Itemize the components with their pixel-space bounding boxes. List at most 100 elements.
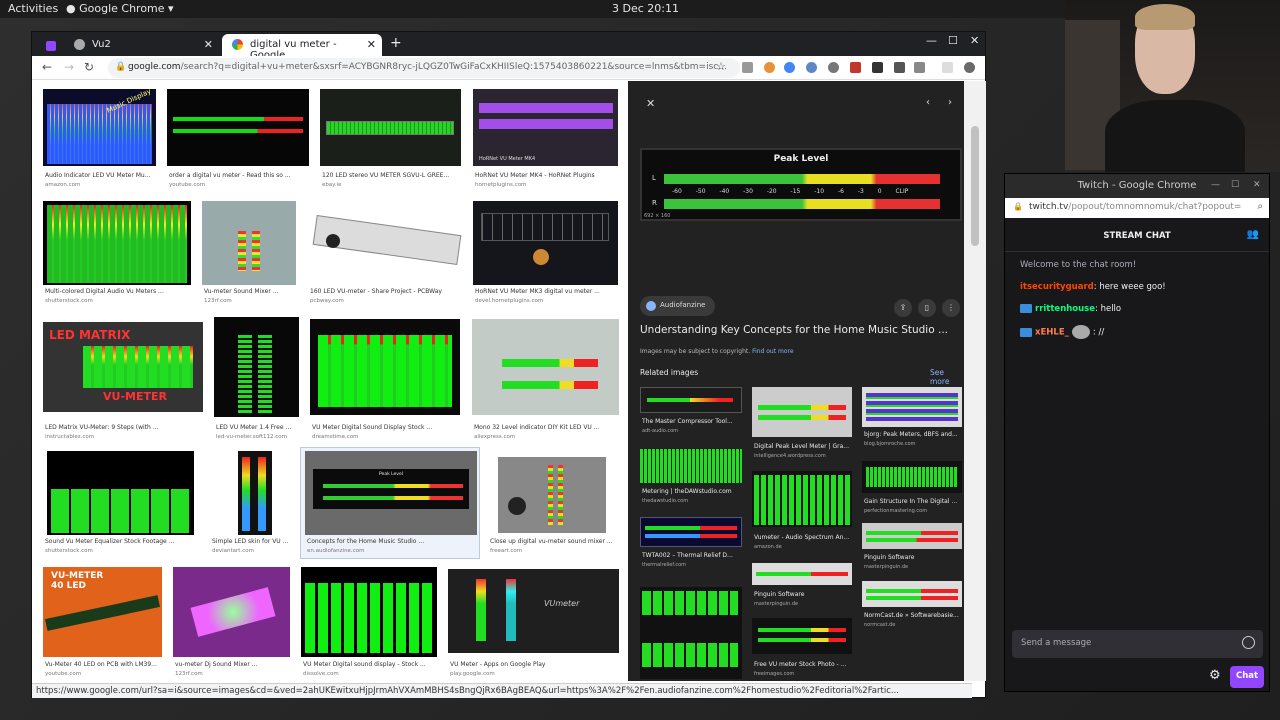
close-tab-icon[interactable]: ✕: [204, 38, 213, 51]
result-caption[interactable]: VU Meter - Apps on Google Play: [450, 661, 619, 668]
reload-icon[interactable]: ↻: [84, 60, 94, 74]
emoji-icon[interactable]: [1242, 636, 1255, 649]
activities-button[interactable]: Activities: [8, 2, 58, 15]
address-bar[interactable]: 🔒 google.com/search?q=digital+vu+meter&s…: [108, 58, 740, 78]
next-icon[interactable]: ›: [948, 97, 952, 108]
result-thumbnail[interactable]: Music Display: [43, 89, 156, 166]
preview-title[interactable]: Understanding Key Concepts for the Home …: [640, 324, 948, 336]
chat-username[interactable]: rrittenhouse: [1035, 304, 1095, 314]
result-caption[interactable]: Simple LED skin for VU ...: [212, 538, 296, 545]
chat-input[interactable]: Send a message: [1012, 630, 1263, 658]
related-image[interactable]: Free VU meter Stock Photo - ... freeimag…: [752, 618, 852, 678]
clock[interactable]: 3 Dec 20:11: [612, 2, 679, 15]
related-image[interactable]: Pinguin Software masterpinguin.de: [752, 563, 852, 613]
bookmark-icon[interactable]: ▯: [918, 299, 936, 317]
close-tab-icon[interactable]: ✕: [367, 38, 376, 51]
result-thumbnail[interactable]: [301, 567, 437, 657]
extension-icon[interactable]: [850, 62, 861, 73]
result-thumbnail[interactable]: [173, 567, 290, 657]
source-badge[interactable]: Audiofanzine: [640, 296, 716, 316]
extension-icon[interactable]: [914, 62, 925, 73]
related-image[interactable]: Pinguin Software masterpinguin.de: [862, 523, 962, 583]
star-icon[interactable]: ☆: [716, 60, 726, 73]
minimize-icon[interactable]: —: [926, 34, 937, 47]
search-icon[interactable]: ⌕: [1257, 201, 1263, 212]
result-caption[interactable]: 160 LED VU-meter - Share Project - PCBWa…: [310, 288, 463, 295]
result-thumbnail[interactable]: VUmeter: [448, 569, 619, 653]
related-image[interactable]: bjorg: Peak Meters, dBFS and... blog.bjo…: [862, 387, 962, 457]
result-caption[interactable]: HoRNet VU Meter MK3 digital vu meter ...: [475, 288, 618, 295]
maximize-icon[interactable]: ☐: [948, 34, 958, 47]
result-thumbnail[interactable]: [308, 201, 463, 285]
result-thumbnail[interactable]: HoRNet VU Meter MK4: [473, 89, 618, 166]
maximize-icon[interactable]: ☐: [1231, 180, 1239, 190]
result-caption[interactable]: VU Meter Digital sound display - Stock .…: [303, 661, 437, 668]
extension-icon[interactable]: [828, 62, 839, 73]
gear-icon[interactable]: ⚙: [1209, 668, 1221, 683]
extension-icon[interactable]: [894, 62, 905, 73]
profile-icon[interactable]: [964, 62, 975, 73]
result-caption[interactable]: LED VU Meter 1.4 Free ...: [216, 424, 299, 431]
tab-vu2[interactable]: Vu2 ✕: [46, 34, 219, 56]
chat-username[interactable]: itsecurityguard: [1020, 282, 1094, 292]
new-tab-icon[interactable]: +: [390, 35, 402, 51]
result-caption[interactable]: Mono 32 Level indicator DIY Kit LED VU .…: [474, 424, 619, 431]
result-caption[interactable]: Close up digital vu-meter sound mixer ..…: [490, 538, 618, 545]
more-vert-icon[interactable]: ⋮: [942, 299, 960, 317]
related-image[interactable]: Digital Peak Level Meter | Gra... intell…: [752, 387, 852, 467]
result-thumbnail[interactable]: [320, 89, 461, 166]
preview-image[interactable]: Peak Level L -60 -50 -40 -30 -20 -15 -10…: [640, 148, 962, 221]
result-thumbnail[interactable]: Peak Level: [305, 451, 477, 535]
result-thumbnail[interactable]: VU-METER 40 LED: [43, 567, 162, 657]
result-thumbnail[interactable]: [43, 201, 191, 285]
result-caption[interactable]: VU Meter Digital Sound Display Stock ...: [312, 424, 460, 431]
result-thumbnail[interactable]: [472, 319, 619, 415]
result-caption[interactable]: Multi-colored Digital Audio Vu Meters ..…: [45, 288, 191, 295]
app-menu[interactable]: ● Google Chrome ▾: [66, 2, 174, 15]
minimize-icon[interactable]: —: [1211, 180, 1220, 190]
scrollbar-thumb[interactable]: [971, 126, 979, 246]
chat-send-button[interactable]: Chat: [1230, 666, 1264, 688]
find-out-more-link[interactable]: Find out more: [752, 348, 793, 355]
result-thumbnail[interactable]: LED MATRIX VU-METER: [43, 322, 203, 412]
result-caption[interactable]: Audio Indicator LED VU Meter Mu...: [45, 172, 155, 179]
result-caption[interactable]: Sound Vu Meter Equalizer Stock Footage .…: [45, 538, 194, 545]
tab-google-search[interactable]: digital vu meter - Google ✕: [222, 34, 382, 61]
result-caption[interactable]: Vu-meter Sound Mixer ...: [204, 288, 296, 295]
forward-icon[interactable]: →: [64, 60, 74, 74]
chat-username[interactable]: xEHLE_: [1035, 328, 1069, 338]
related-image[interactable]: Vumeter - Audio Spectrum An... amazon.de: [752, 471, 852, 551]
users-icon[interactable]: 👥: [1247, 229, 1259, 240]
close-window-icon[interactable]: ✕: [970, 34, 979, 47]
extension-icon[interactable]: [764, 62, 775, 73]
result-caption[interactable]: LED Matrix VU-Meter: 9 Steps (with ...: [45, 424, 203, 431]
result-caption[interactable]: Concepts for the Home Music Studio ...: [307, 538, 477, 545]
close-window-icon[interactable]: ✕: [1253, 180, 1261, 190]
extension-icon[interactable]: [742, 62, 753, 73]
result-thumbnail[interactable]: [167, 89, 309, 166]
twitch-address-bar[interactable]: 🔒 twitch.tv/popout/tomnomnomuk/chat?popo…: [1005, 198, 1269, 218]
related-image[interactable]: Gain Structure In The Digital ... perfec…: [862, 461, 962, 531]
extension-icon[interactable]: [942, 62, 953, 73]
close-icon[interactable]: ✕: [646, 97, 655, 110]
share-icon[interactable]: ⇪: [894, 299, 912, 317]
related-image[interactable]: [640, 587, 742, 679]
page-scrollbar[interactable]: [964, 81, 986, 681]
result-caption[interactable]: vu-meter Dj Sound Mixer ...: [175, 661, 290, 668]
result-thumbnail[interactable]: [498, 457, 606, 533]
previous-icon[interactable]: ‹: [926, 97, 930, 108]
back-icon[interactable]: ←: [42, 60, 52, 74]
result-caption[interactable]: Vu-Meter 40 LED on PCB with LM39...: [45, 661, 162, 668]
extension-icon[interactable]: [872, 62, 883, 73]
related-image[interactable]: The Master Compressor Tool... adt-audio.…: [640, 387, 742, 437]
see-more-link[interactable]: See more: [930, 368, 964, 386]
result-thumbnail[interactable]: [473, 201, 618, 285]
google-extension-icon[interactable]: [784, 62, 795, 73]
result-caption[interactable]: order a digital vu meter - Read this so …: [169, 172, 309, 179]
related-image[interactable]: Metering | theDAWstudio.com thedawstudio…: [640, 449, 742, 509]
extension-icon[interactable]: [806, 62, 817, 73]
result-thumbnail[interactable]: [214, 317, 299, 417]
related-image[interactable]: TWTA002 – Thermal Relief D... thermalrel…: [640, 517, 742, 577]
result-caption[interactable]: HoRNet VU Meter MK4 - HoRNet Plugins: [475, 172, 618, 179]
result-caption[interactable]: 120 LED stereo VU METER SGVU-L GREE...: [322, 172, 461, 179]
